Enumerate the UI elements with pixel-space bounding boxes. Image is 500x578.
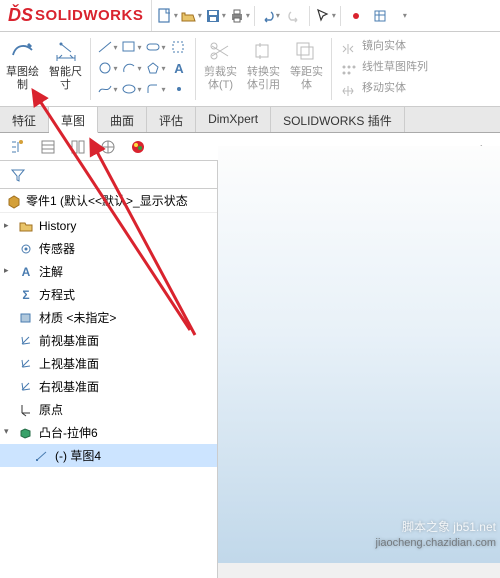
trim-icon — [208, 38, 234, 64]
tab-sketch[interactable]: 草图 — [49, 107, 98, 133]
tree-sensors[interactable]: 传感器 — [0, 237, 217, 260]
select-button[interactable]: ▾ — [314, 5, 336, 27]
feature-tree: ▸History 传感器 ▸A注解 Σ方程式 材质 <未指定> 前视基准面 上视… — [0, 213, 217, 469]
tree-top-plane[interactable]: 上视基准面 — [0, 352, 217, 375]
plane-icon — [18, 333, 34, 349]
ellipse-tool[interactable]: ▾ — [121, 80, 141, 98]
text-tool[interactable]: A — [169, 59, 189, 77]
spline-tool[interactable]: ▾ — [97, 80, 117, 98]
more-button[interactable]: ▾ — [393, 5, 415, 27]
point-tool[interactable] — [169, 80, 189, 98]
move-tool[interactable] — [338, 82, 358, 100]
trim-button[interactable]: 剪裁实 体(T) — [200, 36, 241, 102]
part-root[interactable]: 零件1 (默认<<默认>_显示状态 — [0, 189, 217, 213]
circle-tool[interactable]: ▾ — [97, 59, 117, 77]
tree-right-plane[interactable]: 右视基准面 — [0, 375, 217, 398]
modify-grid: 镜向实体 线性草图阵列 移动实体 — [336, 36, 430, 102]
filter-bar — [0, 161, 217, 189]
fm-tree-tab[interactable] — [6, 136, 30, 158]
tree-history[interactable]: ▸History — [0, 215, 217, 237]
tab-addins[interactable]: SOLIDWORKS 插件 — [271, 107, 405, 132]
undo-button[interactable]: ▾ — [259, 5, 281, 27]
rebuild-button[interactable] — [345, 5, 367, 27]
redo-button[interactable] — [283, 5, 305, 27]
draw-tools-grid: ▾ ▾ ▾ ▾ ▾ ▾ A ▾ ▾ ▾ — [95, 36, 191, 102]
material-icon — [18, 310, 34, 326]
plane-icon — [18, 356, 34, 372]
perimeter-tool[interactable] — [169, 38, 189, 56]
sketch-icon — [10, 38, 36, 64]
tree-annotations[interactable]: ▸A注解 — [0, 260, 217, 283]
options-button[interactable] — [369, 5, 391, 27]
fm-config-tab[interactable] — [66, 136, 90, 158]
fm-appearance-tab[interactable] — [126, 136, 150, 158]
tree-equations[interactable]: Σ方程式 — [0, 283, 217, 306]
filter-icon[interactable] — [6, 164, 30, 186]
tree-material[interactable]: 材质 <未指定> — [0, 306, 217, 329]
fm-dimxpert-tab[interactable] — [96, 136, 120, 158]
print-button[interactable]: ▾ — [228, 5, 250, 27]
sketch-item-icon — [34, 448, 50, 464]
tree-front-plane[interactable]: 前视基准面 — [0, 329, 217, 352]
tab-features[interactable]: 特征 — [0, 107, 49, 132]
origin-icon — [18, 402, 34, 418]
feature-manager-panel: 零件1 (默认<<默认>_显示状态 ▸History 传感器 ▸A注解 Σ方程式… — [0, 161, 218, 578]
pattern-tool[interactable] — [338, 61, 358, 79]
folder-icon — [18, 218, 34, 234]
plane-icon — [18, 379, 34, 395]
arc-tool[interactable]: ▾ — [121, 59, 141, 77]
new-file-button[interactable]: ▾ — [156, 5, 178, 27]
sketch-button[interactable]: 草图绘 制 — [2, 36, 43, 102]
polygon-tool[interactable]: ▾ — [145, 59, 165, 77]
equation-icon: Σ — [18, 287, 34, 303]
logo-text: SOLIDWORKS — [35, 7, 143, 24]
tab-dimxpert[interactable]: DimXpert — [196, 107, 271, 132]
offset-button[interactable]: 等距实 体 — [286, 36, 327, 102]
sensor-icon — [18, 241, 34, 257]
smart-dimension-button[interactable]: 智能尺 寸 — [45, 36, 86, 102]
graphics-viewport[interactable]: 脚本之象 jb51.net jiaocheng.chazidian.com — [218, 146, 500, 563]
save-button[interactable]: ▾ — [204, 5, 226, 27]
app-logo: ĎS SOLIDWORKS — [0, 0, 152, 31]
offset-icon — [294, 38, 320, 64]
open-file-button[interactable]: ▾ — [180, 5, 202, 27]
part-icon — [6, 193, 22, 209]
watermark: 脚本之象 jb51.net jiaocheng.chazidian.com — [376, 519, 496, 551]
tree-sketch4[interactable]: (-) 草图4 — [0, 444, 217, 467]
slot-tool[interactable]: ▾ — [145, 38, 165, 56]
convert-button[interactable]: 转换实 体引用 — [243, 36, 284, 102]
quick-access-toolbar: ▾ ▾ ▾ ▾ ▾ ▾ ▾ — [152, 5, 419, 27]
tree-extrude-feature[interactable]: ▾凸台-拉伸6 — [0, 421, 217, 444]
dimension-icon — [53, 38, 79, 64]
convert-icon — [251, 38, 277, 64]
tab-surfaces[interactable]: 曲面 — [98, 107, 147, 132]
fillet-tool[interactable]: ▾ — [145, 80, 165, 98]
ribbon-toolbar: 草图绘 制 智能尺 寸 ▾ ▾ ▾ ▾ ▾ ▾ A ▾ ▾ ▾ 剪裁实 体(T) — [0, 32, 500, 107]
tree-origin[interactable]: 原点 — [0, 398, 217, 421]
command-manager-tabs: 特征 草图 曲面 评估 DimXpert SOLIDWORKS 插件 — [0, 107, 500, 133]
mirror-tool[interactable] — [338, 40, 358, 58]
logo-ds-icon: ĎS — [8, 5, 33, 26]
rect-tool[interactable]: ▾ — [121, 38, 141, 56]
line-tool[interactable]: ▾ — [97, 38, 117, 56]
title-bar: ĎS SOLIDWORKS ▾ ▾ ▾ ▾ ▾ ▾ ▾ — [0, 0, 500, 32]
fm-property-tab[interactable] — [36, 136, 60, 158]
extrude-icon — [18, 425, 34, 441]
tab-evaluate[interactable]: 评估 — [147, 107, 196, 132]
annotation-icon: A — [18, 264, 34, 280]
